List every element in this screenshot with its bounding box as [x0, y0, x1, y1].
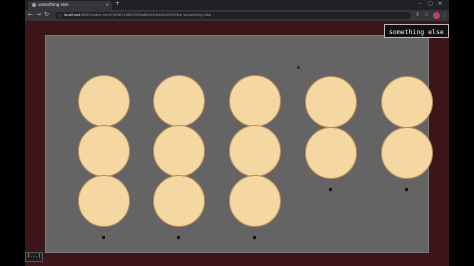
reload-icon[interactable]: ↻: [44, 12, 49, 18]
menu-kebab-icon[interactable]: ⋮: [441, 12, 448, 19]
cookie[interactable]: [153, 175, 205, 227]
share-icon[interactable]: ⇪: [414, 12, 421, 19]
favicon-icon: [32, 3, 36, 7]
cookie[interactable]: [78, 175, 130, 227]
new-tab-button[interactable]: +: [115, 1, 120, 7]
cookie[interactable]: [153, 75, 205, 127]
tab-close-icon[interactable]: ×: [106, 2, 109, 7]
column-marker: [329, 188, 332, 191]
cookie[interactable]: [78, 125, 130, 177]
tooltip-label: something else: [384, 24, 449, 38]
site-info-icon[interactable]: ⓘ: [58, 13, 62, 19]
column-marker: [405, 188, 408, 191]
cookie[interactable]: [78, 75, 130, 127]
tab-title: something else: [38, 2, 69, 7]
url-host: localhost: [64, 13, 81, 17]
forward-arrow-icon[interactable]: →: [36, 12, 41, 18]
column-marker: [102, 236, 105, 239]
game-board[interactable]: [45, 35, 433, 253]
url-path: :8000/index.html?jSHD7c4802590a8af43c6e2…: [80, 13, 211, 17]
column-marker: [177, 236, 180, 239]
column-marker: [253, 236, 256, 239]
cookie[interactable]: [381, 76, 433, 128]
browser-toolbar: ← → ↻ ⓘ localhost:8000/index.html?jSHD7c…: [25, 10, 449, 21]
address-bar[interactable]: ⓘ localhost:8000/index.html?jSHD7c480259…: [55, 12, 411, 19]
mouse-cursor-icon: [297, 66, 300, 69]
close-window-button[interactable]: ✕: [438, 1, 442, 7]
cookie[interactable]: [305, 127, 357, 179]
minimize-button[interactable]: –: [419, 1, 422, 7]
url-text: localhost:8000/index.html?jSHD7c4802590a…: [64, 13, 404, 17]
browser-tab[interactable]: something else ×: [28, 1, 112, 10]
cookie[interactable]: [153, 125, 205, 177]
status-chip: [...]: [25, 252, 43, 262]
cookie[interactable]: [381, 127, 433, 179]
cookie[interactable]: [229, 125, 281, 177]
bookmark-star-icon[interactable]: ☆: [423, 12, 430, 19]
tab-strip: something else × + – ▢ ✕: [25, 0, 449, 10]
cookie[interactable]: [229, 75, 281, 127]
browser-chrome: something else × + – ▢ ✕ ← → ↻ ⓘ localho…: [25, 0, 449, 21]
back-arrow-icon[interactable]: ←: [28, 12, 33, 18]
profile-avatar[interactable]: [433, 12, 440, 19]
cookie[interactable]: [305, 76, 357, 128]
maximize-button[interactable]: ▢: [428, 1, 433, 7]
cookie[interactable]: [229, 175, 281, 227]
